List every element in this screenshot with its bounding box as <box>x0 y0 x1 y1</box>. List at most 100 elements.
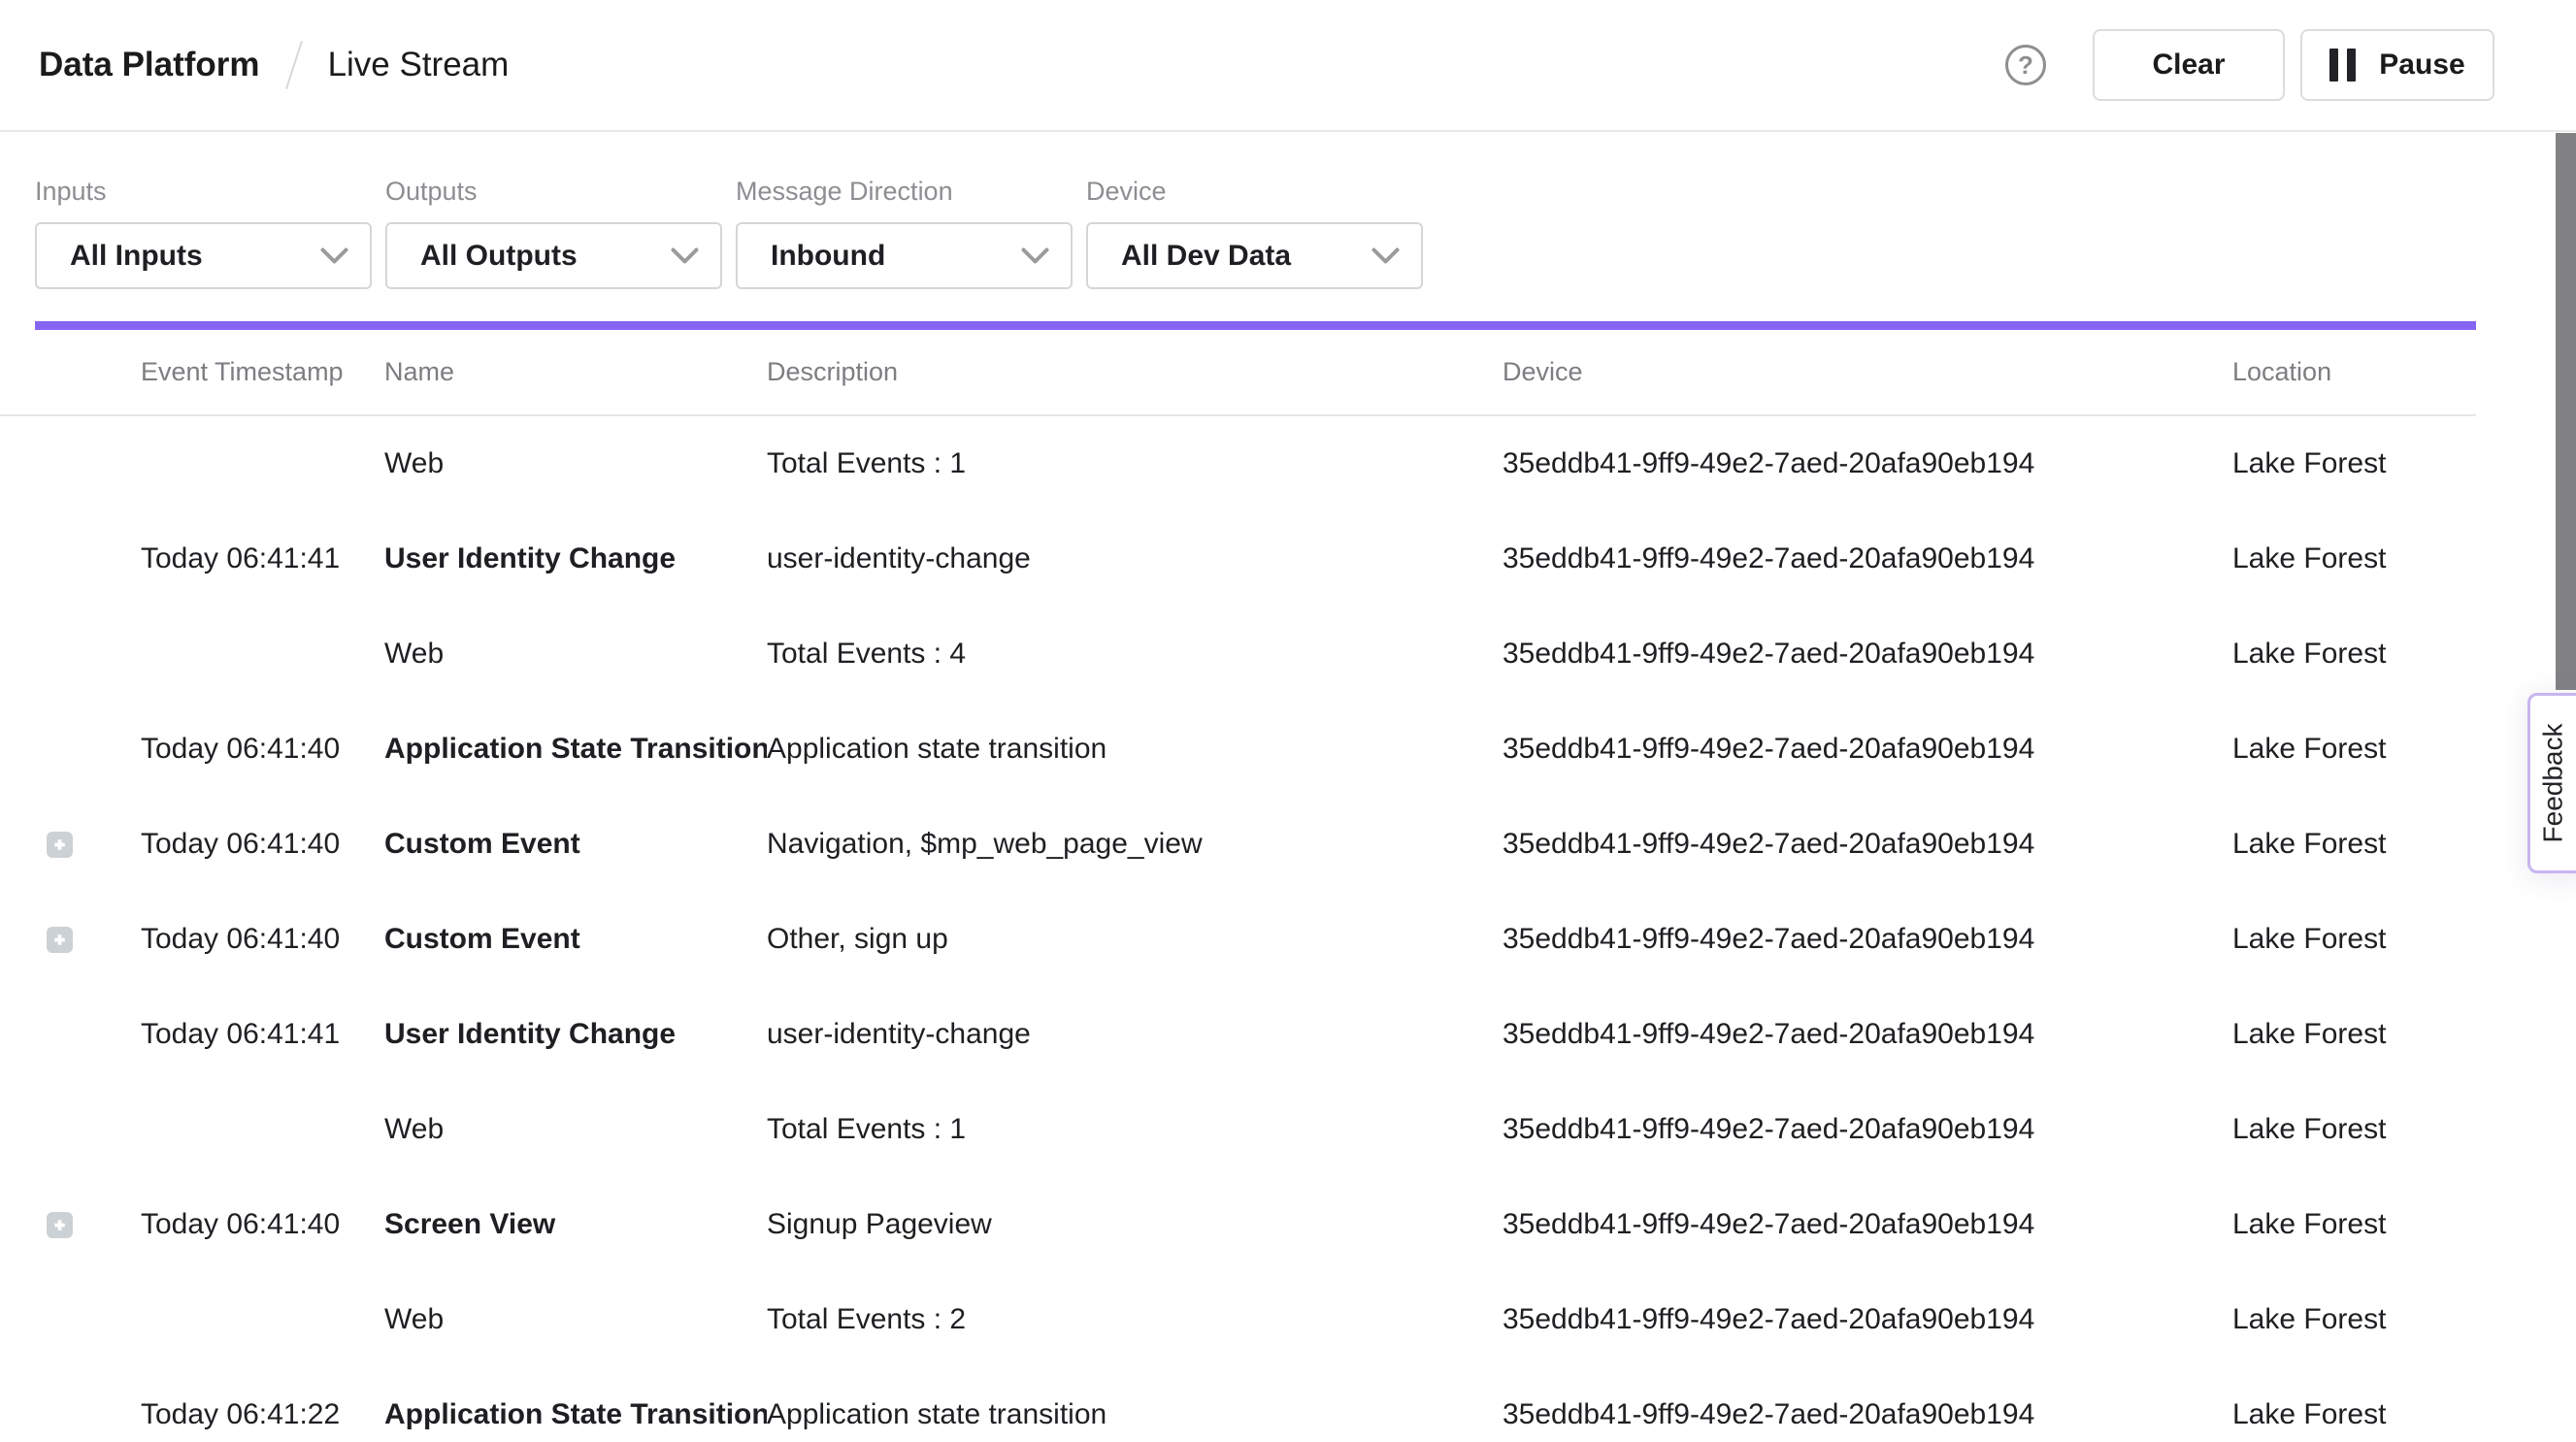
events-table: Event Timestamp Name Description Device … <box>0 330 2476 1442</box>
filter-message-direction-label: Message Direction <box>736 177 1073 207</box>
help-icon[interactable]: ? <box>2005 45 2046 85</box>
filter-device-label: Device <box>1086 177 1423 207</box>
event-name: Screen View <box>384 1208 767 1241</box>
event-row[interactable]: Web Total Events : 1 35eddb41-9ff9-49e2-… <box>0 416 2476 511</box>
table-body: Web Total Events : 1 35eddb41-9ff9-49e2-… <box>0 416 2476 1442</box>
event-row[interactable]: Today 06:41:40 Screen View Signup Pagevi… <box>0 1177 2476 1272</box>
filter-message-direction: Message Direction Inbound <box>736 177 1073 289</box>
pause-button[interactable]: Pause <box>2300 29 2494 101</box>
event-device-id: 35eddb41-9ff9-49e2-7aed-20afa90eb194 <box>1503 1208 2232 1241</box>
event-device-id: 35eddb41-9ff9-49e2-7aed-20afa90eb194 <box>1503 1398 2232 1431</box>
event-description: Total Events : 1 <box>767 447 1503 480</box>
clear-button-label: Clear <box>2152 49 2225 82</box>
event-location: Lake Forest <box>2232 733 2476 766</box>
pause-button-label: Pause <box>2379 49 2464 82</box>
filter-inputs-label: Inputs <box>35 177 372 207</box>
event-location: Lake Forest <box>2232 542 2476 575</box>
header-actions: ? Clear Pause <box>2005 29 2494 101</box>
column-header-event-timestamp: Event Timestamp <box>141 357 384 387</box>
plus-icon <box>52 837 67 852</box>
pause-icon <box>2329 49 2356 82</box>
feedback-tab[interactable]: Feedback <box>2527 693 2576 873</box>
event-device-id: 35eddb41-9ff9-49e2-7aed-20afa90eb194 <box>1503 447 2232 480</box>
inputs-dropdown[interactable]: All Inputs <box>35 222 372 289</box>
plus-icon <box>52 933 67 947</box>
event-timestamp: Today 06:41:41 <box>141 1018 384 1051</box>
clear-button[interactable]: Clear <box>2093 29 2285 101</box>
event-device-id: 35eddb41-9ff9-49e2-7aed-20afa90eb194 <box>1503 923 2232 956</box>
event-description: Application state transition <box>767 1398 1503 1431</box>
event-row[interactable]: Today 06:41:22 Application State Transit… <box>0 1367 2476 1442</box>
column-header-description: Description <box>767 357 1503 387</box>
live-stream-bar <box>35 321 2476 330</box>
event-name: Web <box>384 1303 767 1336</box>
event-device-id: 35eddb41-9ff9-49e2-7aed-20afa90eb194 <box>1503 542 2232 575</box>
chevron-down-icon <box>1371 247 1400 265</box>
message-direction-dropdown[interactable]: Inbound <box>736 222 1073 289</box>
event-location: Lake Forest <box>2232 1398 2476 1431</box>
event-name: Web <box>384 638 767 671</box>
breadcrumb-separator <box>285 41 303 89</box>
expand-row-button[interactable] <box>47 1212 73 1238</box>
breadcrumb: Data Platform Live Stream <box>39 40 509 90</box>
device-dropdown[interactable]: All Dev Data <box>1086 222 1423 289</box>
expand-row-button[interactable] <box>47 927 73 953</box>
event-description: user-identity-change <box>767 1018 1503 1051</box>
event-name: Web <box>384 1113 767 1146</box>
event-name: Application State Transition <box>384 1398 767 1431</box>
event-description: Application state transition <box>767 733 1503 766</box>
event-row[interactable]: Today 06:41:41 User Identity Change user… <box>0 511 2476 606</box>
feedback-tab-label: Feedback <box>2537 724 2568 843</box>
event-row[interactable]: Web Total Events : 1 35eddb41-9ff9-49e2-… <box>0 1082 2476 1177</box>
event-location: Lake Forest <box>2232 638 2476 671</box>
event-timestamp: Today 06:41:40 <box>141 1208 384 1241</box>
column-header-name: Name <box>384 357 767 387</box>
event-description: Total Events : 1 <box>767 1113 1503 1146</box>
event-location: Lake Forest <box>2232 1113 2476 1146</box>
event-description: Other, sign up <box>767 923 1503 956</box>
filter-device: Device All Dev Data <box>1086 177 1423 289</box>
event-name: User Identity Change <box>384 1018 767 1051</box>
filter-outputs: Outputs All Outputs <box>385 177 722 289</box>
message-direction-dropdown-value: Inbound <box>771 240 885 273</box>
event-row[interactable]: Web Total Events : 4 35eddb41-9ff9-49e2-… <box>0 606 2476 702</box>
event-description: Signup Pageview <box>767 1208 1503 1241</box>
event-device-id: 35eddb41-9ff9-49e2-7aed-20afa90eb194 <box>1503 828 2232 861</box>
page-header: Data Platform Live Stream ? Clear Pause <box>0 0 2576 132</box>
event-name: Custom Event <box>384 828 767 861</box>
event-row[interactable]: Today 06:41:40 Custom Event Other, sign … <box>0 892 2476 987</box>
event-timestamp: Today 06:41:40 <box>141 923 384 956</box>
event-device-id: 35eddb41-9ff9-49e2-7aed-20afa90eb194 <box>1503 1303 2232 1336</box>
event-location: Lake Forest <box>2232 923 2476 956</box>
event-row[interactable]: Today 06:41:41 User Identity Change user… <box>0 987 2476 1082</box>
breadcrumb-item-data-platform[interactable]: Data Platform <box>39 46 260 84</box>
filter-inputs: Inputs All Inputs <box>35 177 372 289</box>
event-row[interactable]: Today 06:41:40 Application State Transit… <box>0 702 2476 797</box>
breadcrumb-item-live-stream: Live Stream <box>328 46 510 84</box>
expand-row-button[interactable] <box>47 832 73 858</box>
help-glyph: ? <box>2018 50 2033 81</box>
event-name: User Identity Change <box>384 542 767 575</box>
event-device-id: 35eddb41-9ff9-49e2-7aed-20afa90eb194 <box>1503 1113 2232 1146</box>
event-row[interactable]: Today 06:41:40 Custom Event Navigation, … <box>0 797 2476 892</box>
column-header-device: Device <box>1503 357 2232 387</box>
outputs-dropdown[interactable]: All Outputs <box>385 222 722 289</box>
event-location: Lake Forest <box>2232 828 2476 861</box>
event-name: Custom Event <box>384 923 767 956</box>
plus-icon <box>52 1218 67 1232</box>
outputs-dropdown-value: All Outputs <box>420 240 578 273</box>
event-device-id: 35eddb41-9ff9-49e2-7aed-20afa90eb194 <box>1503 638 2232 671</box>
event-timestamp: Today 06:41:41 <box>141 542 384 575</box>
event-device-id: 35eddb41-9ff9-49e2-7aed-20afa90eb194 <box>1503 733 2232 766</box>
event-description: Total Events : 4 <box>767 638 1503 671</box>
event-row[interactable]: Web Total Events : 2 35eddb41-9ff9-49e2-… <box>0 1272 2476 1367</box>
filter-outputs-label: Outputs <box>385 177 722 207</box>
event-location: Lake Forest <box>2232 1018 2476 1051</box>
event-description: user-identity-change <box>767 542 1503 575</box>
event-timestamp: Today 06:41:22 <box>141 1398 384 1431</box>
event-timestamp: Today 06:41:40 <box>141 733 384 766</box>
event-name: Application State Transition <box>384 733 767 766</box>
filter-bar: Inputs All Inputs Outputs All Outputs Me… <box>0 132 2576 289</box>
scrollbar-thumb[interactable] <box>2556 133 2576 690</box>
device-dropdown-value: All Dev Data <box>1121 240 1291 273</box>
